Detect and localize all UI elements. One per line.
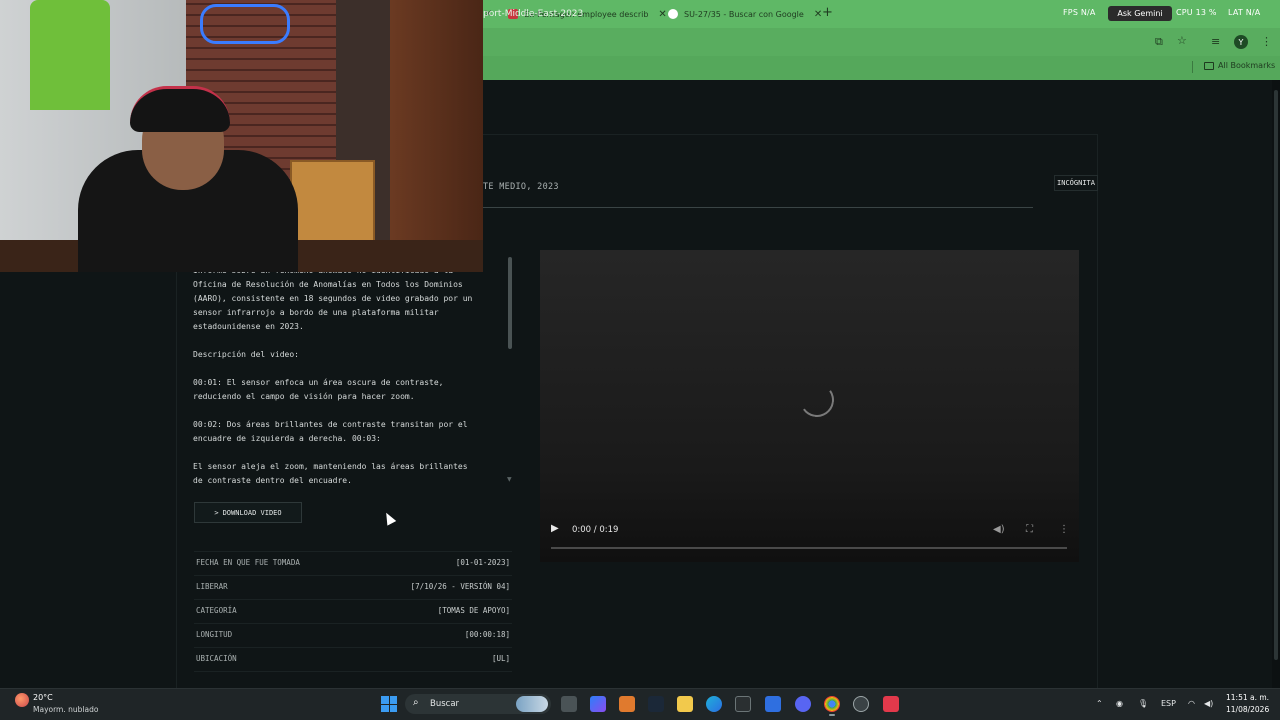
metadata-value: [TOMAS DE APOYO] (437, 606, 510, 615)
metadata-divider (194, 623, 512, 624)
discord-icon[interactable] (795, 696, 811, 712)
weather-temperature[interactable]: 20°C (33, 693, 53, 702)
bookmarks-separator (1192, 61, 1193, 73)
app-icon-gear[interactable] (853, 696, 869, 712)
metadata-row: LIBERAR [7/10/26 - VERSIÓN 04] (196, 582, 510, 591)
metadata-value: [00:00:18] (464, 630, 510, 639)
latency-readout: LAT N/A (1228, 8, 1261, 17)
metadata-key: CATEGORÍA (196, 606, 237, 615)
browser-menu-icon[interactable]: ⋮ (1261, 35, 1272, 48)
clock-time[interactable]: 11:51 a. m. (1226, 693, 1269, 702)
fullscreen-icon[interactable]: ⛶ (1026, 524, 1033, 535)
video-description: Informe sobre un fenómeno anómalo no ide… (193, 266, 473, 484)
video-time: 0:00 / 0:19 (572, 525, 619, 535)
metadata-row: LONGITUD [00:00:18] (196, 630, 510, 639)
store-icon[interactable] (735, 696, 751, 712)
webcam-neon-sign (200, 4, 290, 44)
chrome-icon[interactable] (824, 696, 840, 712)
metadata-key: UBICACIÓN (196, 654, 237, 663)
microphone-icon[interactable]: 🎙︎ (1138, 699, 1148, 708)
page-breadcrumb: TE MEDIO, 2023 (483, 182, 559, 192)
header-divider (483, 207, 1033, 208)
incognito-badge[interactable]: INCÓGNITA (1054, 175, 1098, 191)
copilot-icon[interactable] (590, 696, 606, 712)
google-favicon-icon (668, 9, 678, 19)
task-view-icon[interactable] (561, 696, 577, 712)
language-indicator[interactable]: ESP (1161, 699, 1176, 708)
chevron-right-icon: > (214, 508, 219, 517)
clock-date[interactable]: 11/08/2026 (1226, 705, 1269, 714)
chrome-active-indicator (829, 714, 835, 716)
webcam-jersey (30, 0, 110, 110)
tray-overflow-icon[interactable]: ⌃ (1096, 699, 1103, 708)
download-video-label: DOWNLOAD VIDEO (222, 508, 282, 517)
metadata-value: [UL] (491, 654, 510, 663)
metadata-key: LIBERAR (196, 582, 228, 591)
metadata-row: UBICACIÓN [UL] (196, 654, 510, 663)
close-tab-icon[interactable]: ✕ (814, 9, 822, 20)
metadata-value: [01-01-2023] (455, 558, 510, 567)
app-icon-orange[interactable] (619, 696, 635, 712)
profile-avatar[interactable]: Y (1234, 35, 1248, 49)
taskbar-search-label[interactable]: Buscar (430, 699, 459, 709)
weather-icon[interactable] (15, 693, 29, 707)
windows-logo-icon (389, 704, 397, 712)
video-progress-bar[interactable] (551, 547, 1067, 549)
wifi-icon[interactable]: ◠ (1188, 699, 1195, 708)
bookmark-star-icon[interactable]: ☆ (1177, 34, 1187, 47)
close-tab-icon[interactable]: ✕ (658, 9, 666, 20)
search-highlight-image[interactable] (516, 696, 548, 712)
folder-icon (1204, 61, 1214, 70)
tab-google-search[interactable]: SU-27/35 - Buscar con Google ✕ (668, 4, 822, 24)
app-icon-blue[interactable] (765, 696, 781, 712)
metadata-value: [7/10/26 - VERSIÓN 04] (410, 582, 510, 591)
metadata-row: FECHA EN QUE FUE TOMADA [01-01-2023] (196, 558, 510, 567)
more-options-icon[interactable]: ⋮ (1059, 524, 1069, 535)
new-tab-button[interactable]: + (822, 5, 833, 20)
webcam-door (390, 0, 483, 272)
windows-taskbar (0, 688, 1280, 720)
metadata-divider (194, 551, 512, 552)
scroll-down-arrow-icon[interactable]: ▼ (507, 476, 512, 483)
volume-icon[interactable]: ◀) (993, 524, 1005, 535)
media-controls-icon[interactable]: ≡ (1211, 35, 1220, 48)
tab-label: SU-27/35 - Buscar con Google (684, 9, 804, 19)
translate-icon[interactable]: ⧉ (1155, 35, 1163, 49)
play-icon[interactable]: ▶ (551, 523, 559, 534)
speaker-icon[interactable]: ◀) (1204, 699, 1213, 708)
weather-description[interactable]: Mayorm. nublado (33, 705, 98, 714)
webcam-overlay (0, 0, 483, 272)
metadata-divider (194, 671, 512, 672)
start-button[interactable] (381, 696, 397, 712)
ask-gemini-button[interactable]: Ask Gemini (1108, 6, 1172, 21)
metadata-divider (194, 575, 512, 576)
search-icon: ⌕ (413, 697, 419, 708)
metadata-key: LONGITUD (196, 630, 233, 639)
metadata-row: CATEGORÍA [TOMAS DE APOYO] (196, 606, 510, 615)
tray-app-icon[interactable]: ◉ (1116, 699, 1123, 708)
all-bookmarks-label: All Bookmarks (1218, 61, 1276, 70)
app-icon-red[interactable] (883, 696, 899, 712)
fps-readout: FPS N/A (1063, 8, 1096, 17)
metadata-key: FECHA EN QUE FUE TOMADA (196, 558, 300, 567)
address-bar[interactable]: port-Middle-East-2023 (483, 9, 583, 19)
all-bookmarks-button[interactable]: All Bookmarks (1204, 61, 1275, 70)
description-scrollbar[interactable] (508, 257, 512, 349)
metadata-divider (194, 647, 512, 648)
windows-logo-icon (381, 704, 389, 712)
webcam-shelf (290, 160, 375, 250)
file-explorer-icon[interactable] (677, 696, 693, 712)
steam-icon[interactable] (648, 696, 664, 712)
webcam-person-cap (130, 86, 230, 132)
metadata-divider (194, 599, 512, 600)
windows-logo-icon (389, 696, 397, 704)
edge-icon[interactable] (706, 696, 722, 712)
cpu-readout: CPU 13 % (1176, 8, 1217, 17)
page-scrollbar-thumb[interactable] (1274, 90, 1278, 660)
windows-logo-icon (381, 696, 389, 704)
download-video-button[interactable]: > DOWNLOAD VIDEO (194, 502, 302, 523)
